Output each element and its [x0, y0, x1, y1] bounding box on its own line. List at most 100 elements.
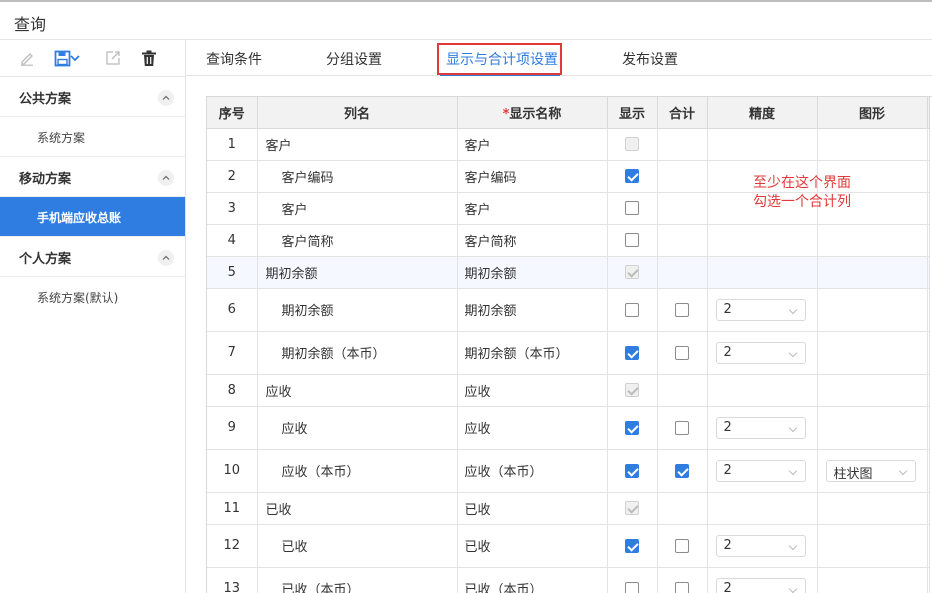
cell-show — [607, 374, 658, 407]
cell-seq: 2 — [207, 160, 258, 193]
scheme-group-label: 移动方案 — [19, 172, 72, 187]
cell-display-name[interactable]: 期初余额 — [457, 288, 608, 332]
header-chart: 图形 — [817, 97, 928, 129]
cell-display-name[interactable]: 客户编码 — [457, 160, 608, 193]
cell-show — [607, 160, 658, 193]
cell-precision: 2 — [707, 288, 818, 332]
chevron-up-icon[interactable] — [158, 170, 174, 186]
edit-icon[interactable] — [17, 48, 37, 68]
show-checkbox[interactable] — [625, 420, 639, 435]
cell-seq: 10 — [207, 449, 258, 493]
scheme-item-label: 系统方案 — [37, 131, 86, 145]
chevron-down-icon — [788, 423, 797, 432]
chevron-up-icon[interactable] — [158, 250, 174, 266]
total-checkbox[interactable] — [675, 302, 689, 317]
columns-grid: 序号 列名 *显示名称 显示 合计 精度 图形 1 客户 客户 2 客户编码 客户编码 3 客… — [206, 96, 932, 593]
annotation-line: 勾选一个合计列 — [753, 194, 851, 210]
chevron-down-icon — [788, 305, 797, 314]
columns-table: 序号 列名 *显示名称 显示 合计 精度 图形 1 客户 客户 2 客户编码 客户编码 3 客… — [207, 97, 930, 593]
tab-grouping[interactable]: 分组设置 — [326, 49, 382, 69]
table-row: 4 客户简称 客户简称 — [207, 224, 930, 257]
tab-publish[interactable]: 发布设置 — [622, 49, 678, 69]
scheme-item-mobile-ledger[interactable]: 手机端应收总账 — [0, 197, 185, 237]
cell-display-name[interactable]: 期初余额 — [457, 256, 608, 289]
header-show: 显示 — [607, 97, 658, 129]
show-checkbox[interactable] — [625, 302, 639, 317]
delete-icon[interactable] — [139, 48, 159, 68]
table-header-row: 序号 列名 *显示名称 显示 合计 精度 图形 — [207, 97, 930, 129]
cell-total — [657, 160, 708, 193]
chevron-down-icon — [788, 348, 797, 357]
cell-seq: 7 — [207, 331, 258, 375]
precision-select[interactable]: 2 — [715, 534, 806, 557]
export-icon[interactable] — [103, 48, 123, 68]
show-checkbox[interactable] — [625, 463, 639, 478]
tab-query-conditions[interactable]: 查询条件 — [206, 49, 262, 69]
total-checkbox[interactable] — [675, 581, 689, 593]
cell-display-name[interactable]: 应收 — [457, 406, 608, 450]
cell-chart — [817, 492, 928, 525]
show-checkbox[interactable] — [625, 345, 639, 360]
highlight-box — [437, 43, 562, 75]
cell-display-name[interactable]: 客户 — [457, 192, 608, 225]
show-checkbox[interactable] — [625, 538, 639, 553]
total-checkbox[interactable] — [675, 538, 689, 553]
annotation-note: 至少在这个界面 勾选一个合计列 — [753, 174, 851, 212]
cell-display-name[interactable]: 客户简称 — [457, 224, 608, 257]
table-row: 6 期初余额 期初余额 2 — [207, 288, 930, 332]
precision-select[interactable]: 2 — [715, 459, 806, 482]
show-checkbox — [625, 265, 639, 279]
cell-total — [657, 524, 708, 568]
scheme-sidebar: 公共方案 系统方案 移动方案 手机端应收总账 个人方案 系统方案(默认) — [0, 40, 186, 593]
table-row: 10 应收（本币） 应收（本币） 2 柱状图 — [207, 449, 930, 493]
chart-select[interactable]: 柱状图 — [825, 459, 916, 482]
table-row: 12 已收 已收 2 — [207, 524, 930, 568]
precision-select[interactable]: 2 — [715, 416, 806, 439]
precision-select[interactable]: 2 — [715, 577, 806, 593]
cell-show — [607, 288, 658, 332]
cell-show — [607, 567, 658, 593]
show-checkbox[interactable] — [625, 169, 639, 183]
chevron-down-icon[interactable] — [68, 48, 82, 68]
cell-precision: 2 — [707, 331, 818, 375]
header-display-name-label: 显示名称 — [509, 106, 562, 122]
cell-display-name[interactable]: 已收 — [457, 492, 608, 525]
cell-total — [657, 288, 708, 332]
scheme-group-personal[interactable]: 个人方案 — [0, 237, 185, 277]
scheme-group-public[interactable]: 公共方案 — [0, 77, 185, 117]
chevron-up-icon[interactable] — [158, 90, 174, 106]
total-checkbox[interactable] — [675, 345, 689, 360]
total-checkbox[interactable] — [675, 463, 689, 478]
cell-seq: 6 — [207, 288, 258, 332]
total-checkbox[interactable] — [675, 420, 689, 435]
cell-total — [657, 492, 708, 525]
cell-show — [607, 524, 658, 568]
cell-show — [607, 128, 658, 161]
cell-total — [657, 406, 708, 450]
precision-select[interactable]: 2 — [715, 298, 806, 321]
cell-precision — [707, 256, 818, 289]
table-row: 13 已收（本币） 已收（本币） 2 — [207, 567, 930, 593]
cell-display-name[interactable]: 应收（本币） — [457, 449, 608, 493]
header-column-name: 列名 — [257, 97, 458, 129]
show-checkbox[interactable] — [625, 201, 639, 215]
cell-display-name[interactable]: 期初余额（本币） — [457, 331, 608, 375]
show-checkbox — [625, 137, 639, 151]
cell-chart — [817, 406, 928, 450]
show-checkbox[interactable] — [625, 233, 639, 247]
cell-display-name[interactable]: 客户 — [457, 128, 608, 161]
precision-select[interactable]: 2 — [715, 341, 806, 364]
scheme-item-system-default[interactable]: 系统方案(默认) — [0, 277, 185, 317]
cell-extra — [927, 567, 930, 593]
scheme-group-mobile[interactable]: 移动方案 — [0, 157, 185, 197]
cell-extra — [927, 160, 930, 193]
cell-display-name[interactable]: 已收（本币） — [457, 567, 608, 593]
table-row: 5 期初余额 期初余额 — [207, 256, 930, 289]
scheme-group-label: 个人方案 — [19, 252, 72, 267]
scheme-item-system[interactable]: 系统方案 — [0, 117, 185, 157]
cell-chart — [817, 256, 928, 289]
cell-extra — [927, 406, 930, 450]
show-checkbox[interactable] — [625, 581, 639, 593]
cell-display-name[interactable]: 应收 — [457, 374, 608, 407]
cell-display-name[interactable]: 已收 — [457, 524, 608, 568]
